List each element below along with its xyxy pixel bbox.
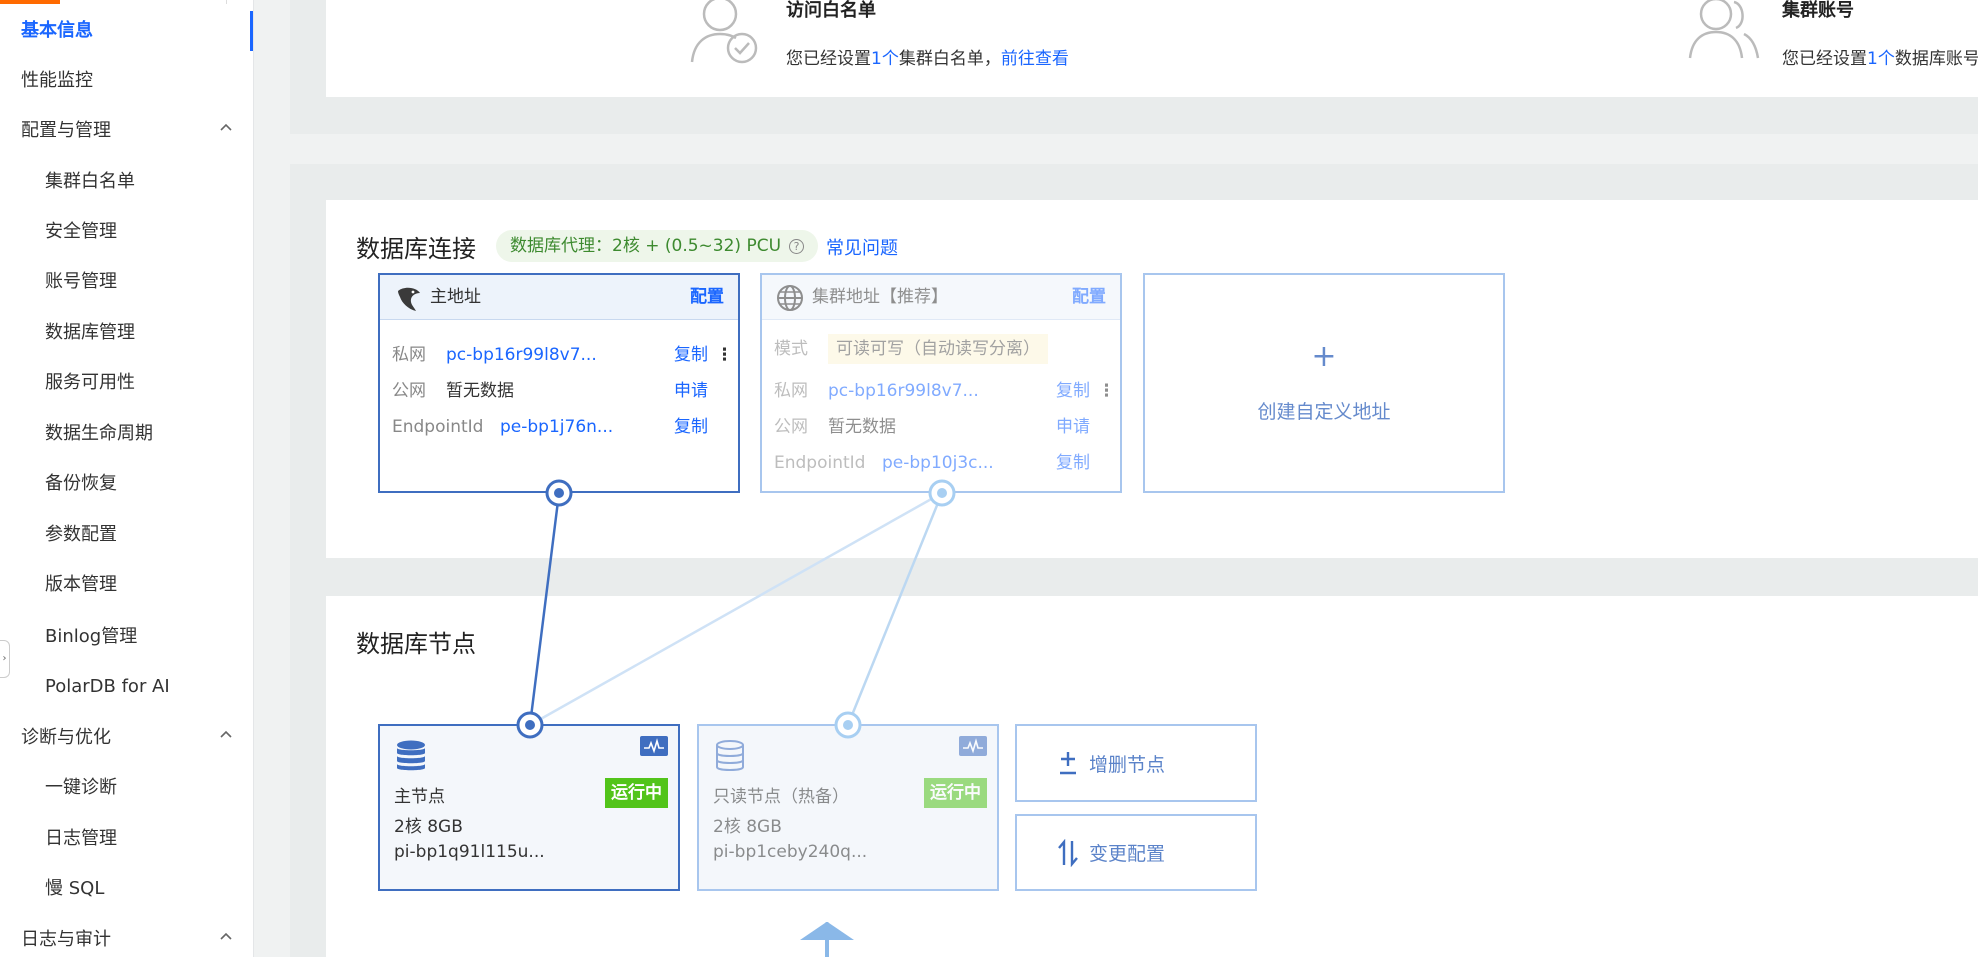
sidebar-item-availability[interactable]: 服务可用性 xyxy=(0,363,253,403)
sidebar-group-config-management[interactable]: 配置与管理 xyxy=(0,111,253,151)
cluster-endpoint-to-readonly-node-line xyxy=(846,492,944,726)
cluster-endpoint-port xyxy=(928,479,956,507)
chevron-up-icon xyxy=(219,718,233,758)
cluster-endpoint-to-primary-node-line xyxy=(529,491,943,727)
sidebar-item-label: 服务可用性 xyxy=(45,372,135,393)
sidebar-item-label: 慢 SQL xyxy=(45,878,105,899)
chevron-up-icon xyxy=(219,920,233,957)
sidebar-item-label: Binlog管理 xyxy=(45,626,138,647)
sidebar-item-polardb-for-ai[interactable]: PolarDB for AI xyxy=(0,667,253,707)
sidebar-item-label: PolarDB for AI xyxy=(45,676,170,697)
sidebar-item-data-lifecycle[interactable]: 数据生命周期 xyxy=(0,414,253,454)
sidebar-item-label: 日志管理 xyxy=(45,828,117,849)
main-content: 访问白名单 您已经设置1个集群白名单，前往查看 集群账号 您已经设置1个数据库账… xyxy=(254,0,1978,957)
sidebar-item-label: 日志与审计 xyxy=(21,929,111,950)
sidebar-item-label: 基本信息 xyxy=(21,20,93,41)
sidebar-item-backup-restore[interactable]: 备份恢复 xyxy=(0,464,253,504)
sidebar-item-databases[interactable]: 数据库管理 xyxy=(0,313,253,353)
sidebar-item-label: 诊断与优化 xyxy=(21,727,111,748)
sidebar-item-label: 数据生命周期 xyxy=(45,423,153,444)
sidebar-item-label: 版本管理 xyxy=(45,574,117,595)
sidebar-group-logs-audit[interactable]: 日志与审计 xyxy=(0,920,253,957)
primary-endpoint-to-primary-node-line xyxy=(528,492,561,726)
sidebar-item-label: 一键诊断 xyxy=(45,777,117,798)
sidebar-item-slow-sql[interactable]: 慢 SQL xyxy=(0,869,253,909)
sidebar-top-divider xyxy=(226,0,227,4)
primary-endpoint-port xyxy=(545,479,573,507)
topology-connectors xyxy=(516,479,956,957)
arrow-up-icon[interactable] xyxy=(800,922,854,957)
sidebar-item-label: 配置与管理 xyxy=(21,120,111,141)
sidebar-item-label: 备份恢复 xyxy=(45,473,117,494)
sidebar-item-parameters[interactable]: 参数配置 xyxy=(0,515,253,555)
sidebar: 基本信息 性能监控 配置与管理 集群白名单 安全管理 账号管理 数据库管理 服务… xyxy=(0,0,254,957)
sidebar-item-cluster-whitelist[interactable]: 集群白名单 xyxy=(0,162,253,202)
sidebar-item-basic-info[interactable]: 基本信息 xyxy=(0,11,253,51)
sidebar-item-label: 性能监控 xyxy=(21,70,93,91)
brand-accent-bar xyxy=(0,0,60,4)
sidebar-item-label: 账号管理 xyxy=(45,271,117,292)
sidebar-group-diagnosis-optimization[interactable]: 诊断与优化 xyxy=(0,718,253,758)
sidebar-item-one-click-diagnosis[interactable]: 一键诊断 xyxy=(0,768,253,808)
sidebar-item-label: 数据库管理 xyxy=(45,322,135,343)
sidebar-item-versions[interactable]: 版本管理 xyxy=(0,565,253,605)
chevron-up-icon xyxy=(219,111,233,151)
sidebar-collapse-toggle[interactable]: › xyxy=(0,640,10,678)
sidebar-item-log-management[interactable]: 日志管理 xyxy=(0,819,253,859)
sidebar-item-performance-monitor[interactable]: 性能监控 xyxy=(0,61,253,101)
sidebar-item-security[interactable]: 安全管理 xyxy=(0,212,253,252)
sidebar-item-binlog[interactable]: Binlog管理 xyxy=(0,617,253,657)
sidebar-item-label: 参数配置 xyxy=(45,524,117,545)
sidebar-item-accounts[interactable]: 账号管理 xyxy=(0,262,253,302)
sidebar-item-label: 集群白名单 xyxy=(45,171,135,192)
sidebar-item-label: 安全管理 xyxy=(45,221,117,242)
primary-node-port xyxy=(516,711,544,739)
readonly-node-port xyxy=(834,711,862,739)
